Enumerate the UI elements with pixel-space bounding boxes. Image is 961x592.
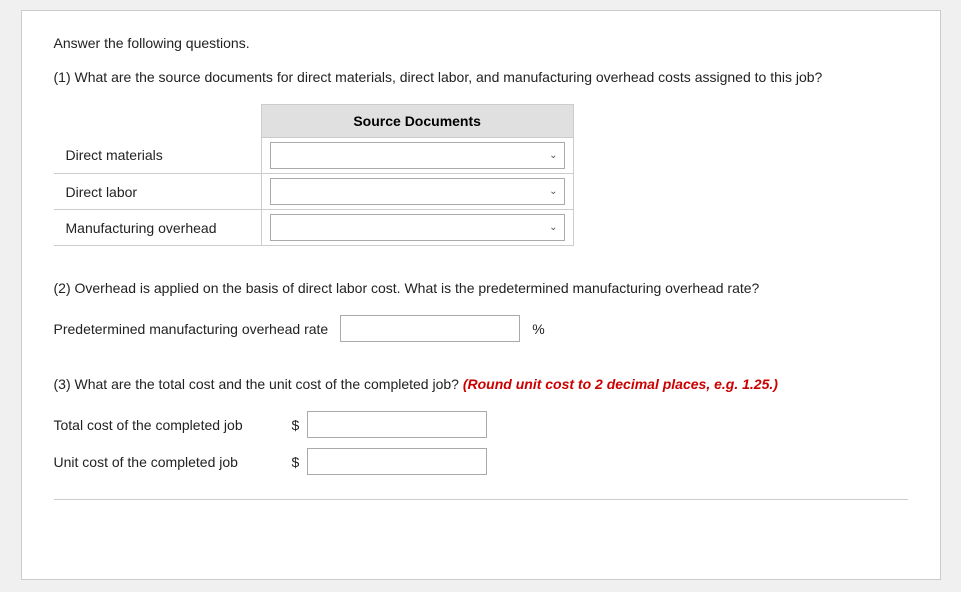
percent-sign: % (532, 321, 544, 337)
table-column-header: Source Documents (261, 105, 573, 138)
table-row: Manufacturing overhead Materials requisi… (54, 210, 574, 246)
question1-section: (1) What are the source documents for di… (54, 67, 908, 246)
question3-text-main: (3) What are the total cost and the unit… (54, 376, 459, 392)
main-card: Answer the following questions. (1) What… (21, 10, 941, 580)
source-documents-table: Source Documents Direct materials Materi… (54, 104, 574, 246)
direct-materials-select[interactable]: Materials requisition slip Time ticket P… (271, 143, 564, 168)
direct-labor-dropdown-container: Materials requisition slip Time ticket P… (270, 178, 565, 205)
unit-cost-input[interactable] (307, 448, 487, 475)
unit-cost-row: Unit cost of the completed job $ (54, 448, 908, 475)
question2-text: (2) Overhead is applied on the basis of … (54, 278, 908, 299)
unit-cost-dollar: $ (292, 454, 300, 470)
manufacturing-overhead-label: Manufacturing overhead (54, 210, 262, 246)
total-cost-dollar: $ (292, 417, 300, 433)
total-cost-input[interactable] (307, 411, 487, 438)
question1-text: (1) What are the source documents for di… (54, 67, 908, 88)
table-row: Direct materials Materials requisition s… (54, 138, 574, 174)
manufacturing-overhead-dropdown-container: Materials requisition slip Time ticket P… (270, 214, 565, 241)
question3-section: (3) What are the total cost and the unit… (54, 374, 908, 475)
question3-red-note: (Round unit cost to 2 decimal places, e.… (463, 376, 778, 392)
direct-labor-select[interactable]: Materials requisition slip Time ticket P… (271, 179, 564, 204)
overhead-rate-label: Predetermined manufacturing overhead rat… (54, 321, 329, 337)
direct-materials-dropdown-container: Materials requisition slip Time ticket P… (270, 142, 565, 169)
manufacturing-overhead-select[interactable]: Materials requisition slip Time ticket P… (271, 215, 564, 240)
cost-rows: Total cost of the completed job $ Unit c… (54, 411, 908, 475)
question2-section: (2) Overhead is applied on the basis of … (54, 278, 908, 342)
direct-labor-label: Direct labor (54, 174, 262, 210)
unit-cost-label: Unit cost of the completed job (54, 454, 284, 470)
bottom-divider (54, 499, 908, 500)
intro-text: Answer the following questions. (54, 35, 908, 51)
overhead-rate-input[interactable] (340, 315, 520, 342)
table-row: Direct labor Materials requisition slip … (54, 174, 574, 210)
total-cost-row: Total cost of the completed job $ (54, 411, 908, 438)
direct-labor-dropdown-cell: Materials requisition slip Time ticket P… (261, 174, 573, 210)
question3-text: (3) What are the total cost and the unit… (54, 374, 908, 395)
manufacturing-overhead-dropdown-cell: Materials requisition slip Time ticket P… (261, 210, 573, 246)
overhead-rate-row: Predetermined manufacturing overhead rat… (54, 315, 908, 342)
direct-materials-dropdown-cell: Materials requisition slip Time ticket P… (261, 138, 573, 174)
total-cost-label: Total cost of the completed job (54, 417, 284, 433)
table-empty-header (54, 105, 262, 138)
direct-materials-label: Direct materials (54, 138, 262, 174)
